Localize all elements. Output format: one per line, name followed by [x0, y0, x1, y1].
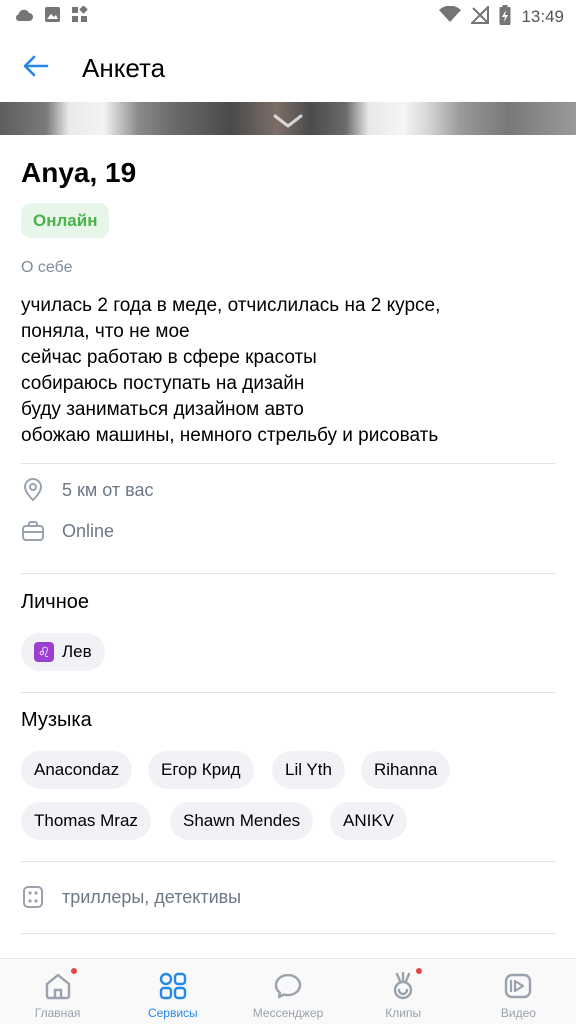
- home-icon: [41, 967, 78, 1003]
- no-signal-icon: [470, 4, 490, 29]
- profile-name: Anya, 19: [21, 157, 137, 188]
- tab-video[interactable]: Видео: [461, 959, 576, 1024]
- music-chip[interactable]: ANIKV: [330, 802, 408, 840]
- back-button[interactable]: [0, 34, 72, 102]
- services-icon: [156, 969, 190, 1003]
- wifi-icon: [439, 5, 462, 28]
- status-bar: 13:49: [0, 0, 576, 34]
- clips-icon: [386, 967, 424, 1003]
- divider: [21, 861, 556, 862]
- notification-dot: [415, 967, 424, 975]
- notification-dot: [69, 967, 78, 975]
- leo-zodiac-icon: ♌: [34, 642, 54, 662]
- divider: [21, 463, 556, 464]
- tab-clips[interactable]: Клипы: [346, 959, 461, 1024]
- tab-label: Главная: [34, 1006, 81, 1020]
- chevron-down-icon[interactable]: [272, 112, 304, 130]
- messenger-icon: [271, 969, 305, 1003]
- music-chip[interactable]: Lil Yth: [272, 751, 345, 789]
- personal-section-title: Личное: [21, 591, 90, 613]
- tab-services[interactable]: Сервисы: [115, 959, 230, 1024]
- image-icon: [44, 6, 61, 28]
- about-label: О себе: [21, 259, 73, 276]
- divider: [21, 692, 556, 693]
- music-section-title: Музыка: [21, 709, 92, 731]
- app-header: Анкета: [0, 34, 576, 102]
- divider: [21, 933, 556, 934]
- battery-charging-icon: [499, 4, 511, 30]
- music-chip[interactable]: Rihanna: [361, 751, 451, 789]
- about-text: училась 2 года в меде, отчислилась на 2 …: [21, 295, 441, 446]
- tab-label: Мессенджер: [252, 1006, 324, 1020]
- interests-row: триллеры, детективы: [21, 882, 241, 912]
- work-row: Online: [21, 516, 114, 546]
- zodiac-chip[interactable]: ♌ Лев: [21, 633, 105, 671]
- briefcase-icon: [21, 519, 45, 543]
- zodiac-label: Лев: [62, 642, 92, 661]
- tab-label: Видео: [500, 1006, 536, 1020]
- page-title: Анкета: [82, 52, 166, 83]
- bottom-tab-bar: Главная Сервисы Мессенджер Клипы Видео: [0, 958, 576, 1024]
- tab-messenger[interactable]: Мессенджер: [230, 959, 345, 1024]
- location-pin-icon: [21, 478, 45, 502]
- work-text: Online: [62, 520, 115, 541]
- dice-icon: [21, 885, 45, 909]
- divider: [21, 573, 556, 574]
- tab-label: Сервисы: [147, 1006, 198, 1020]
- music-chip[interactable]: Shawn Mendes: [170, 802, 314, 840]
- status-left: [14, 5, 88, 28]
- profile-photo[interactable]: [0, 102, 576, 135]
- widgets-icon: [71, 5, 88, 28]
- tab-label: Клипы: [385, 1006, 422, 1020]
- distance-text: 5 км от вас: [62, 479, 154, 500]
- interests-text: триллеры, детективы: [62, 886, 242, 907]
- status-right: 13:49: [439, 4, 564, 30]
- arrow-left-icon: [23, 55, 49, 82]
- music-chip[interactable]: Егор Крид: [148, 751, 254, 789]
- music-chip[interactable]: Anacondaz: [21, 751, 133, 789]
- status-time: 13:49: [521, 7, 564, 26]
- distance-row: 5 км от вас: [21, 475, 154, 505]
- status-badge: Онлайн: [21, 203, 110, 238]
- cloud-icon: [14, 8, 34, 27]
- video-icon: [501, 969, 535, 1003]
- tab-home[interactable]: Главная: [0, 959, 115, 1024]
- music-chip[interactable]: Thomas Mraz: [21, 802, 151, 840]
